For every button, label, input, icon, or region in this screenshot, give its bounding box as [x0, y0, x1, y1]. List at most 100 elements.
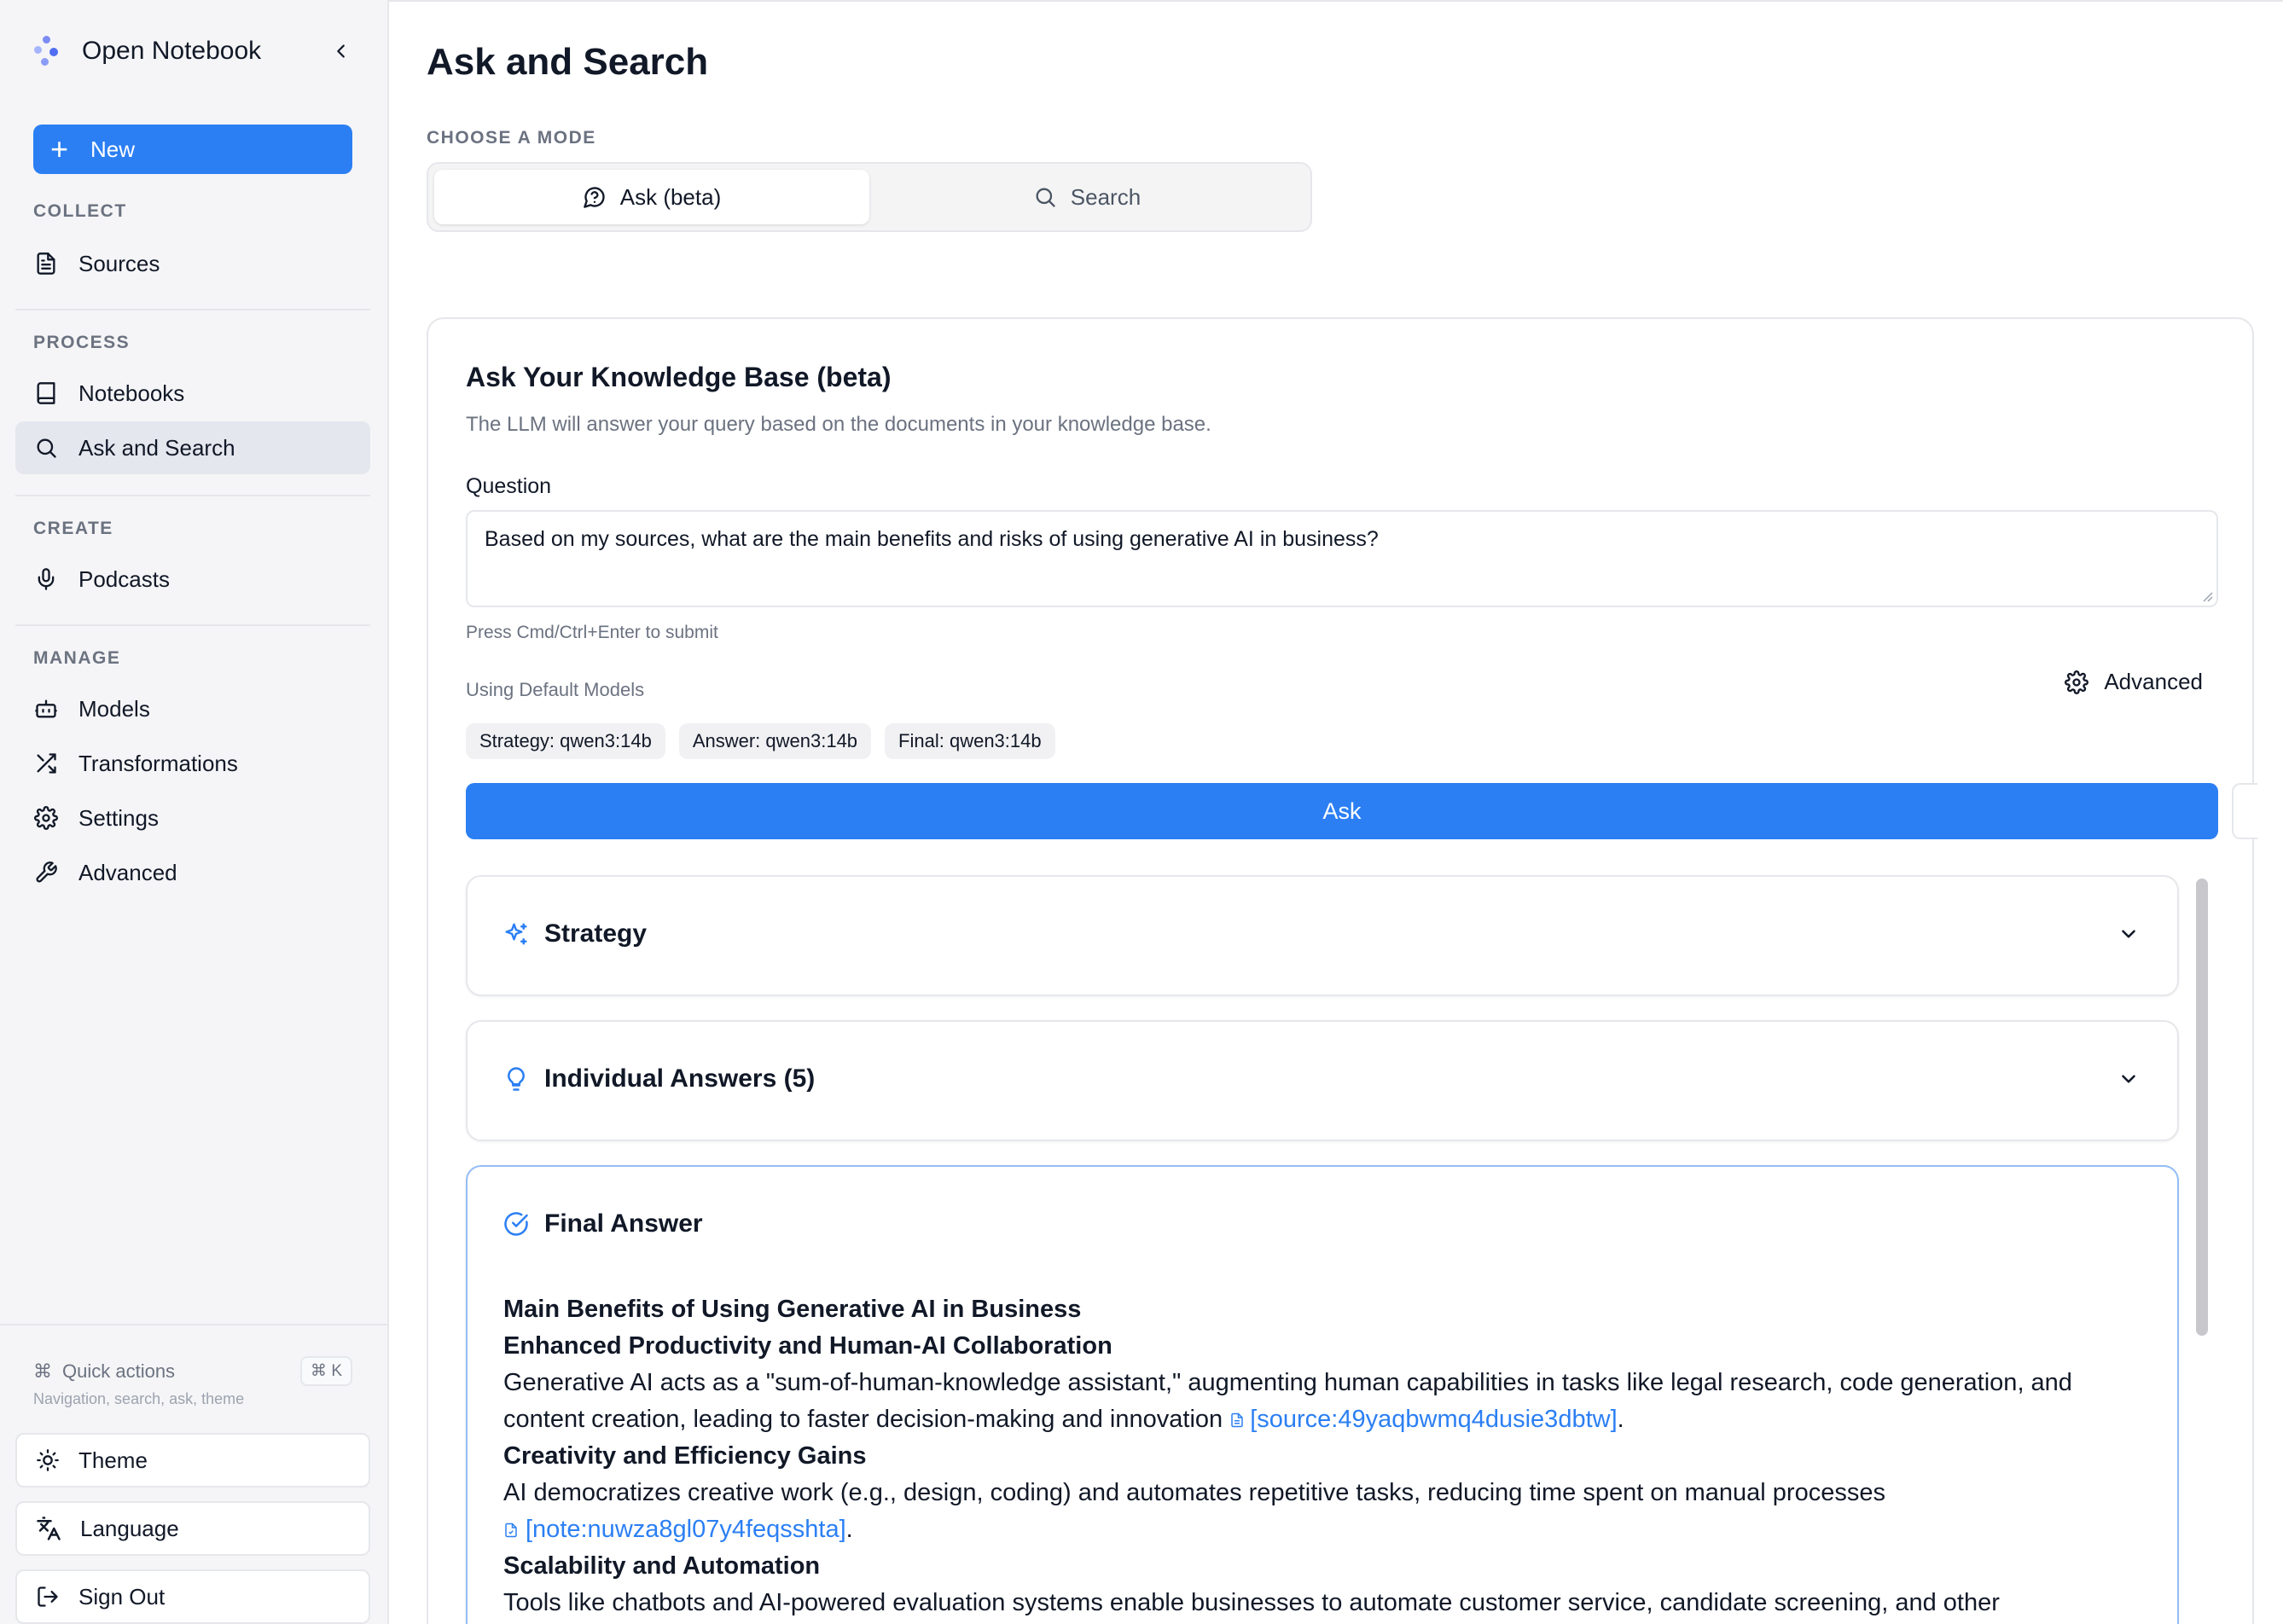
- sidebar-item-sources[interactable]: Sources: [15, 237, 370, 290]
- sparkles-icon: [505, 923, 527, 945]
- results-scrollbar-thumb[interactable]: [2196, 879, 2208, 1336]
- sidebar: Open Notebook + New COLLECT Sources PROC…: [0, 0, 389, 1624]
- sidebar-item-label: Advanced: [78, 859, 177, 885]
- model-chips: Strategy: qwen3:14b Answer: qwen3:14b Fi…: [466, 723, 1055, 759]
- new-button-label: New: [90, 136, 136, 162]
- strategy-model-chip: Strategy: qwen3:14b: [466, 723, 665, 759]
- collapse-sidebar-button[interactable]: [326, 36, 357, 67]
- individual-answers-panel[interactable]: Individual Answers (5): [466, 1020, 2179, 1141]
- sidebar-item-label: Ask and Search: [78, 434, 235, 461]
- question-label: Question: [466, 474, 552, 498]
- sidebar-item-label: Transformations: [78, 750, 238, 776]
- tab-search[interactable]: Search: [869, 170, 1304, 224]
- tab-ask[interactable]: Ask (beta): [434, 170, 869, 224]
- question-value: Based on my sources, what are the main b…: [485, 527, 1379, 551]
- wrench-icon: [36, 861, 57, 883]
- lightbulb-icon: [508, 1067, 525, 1091]
- sun-icon: [37, 1449, 59, 1471]
- sidebar-item-ask-and-search[interactable]: Ask and Search: [15, 421, 370, 474]
- shuffle-icon: [37, 753, 56, 774]
- quick-actions-label: Quick actions: [62, 1360, 176, 1382]
- mode-label: CHOOSE A MODE: [427, 128, 596, 148]
- source-citation-link[interactable]: [source:49yaqbwmq4dusie3dbtw]: [1250, 1406, 1617, 1433]
- individual-answers-header: Individual Answers (5): [503, 1064, 815, 1093]
- new-button[interactable]: + New: [33, 125, 352, 174]
- log-out-icon: [38, 1586, 58, 1607]
- sidebar-item-label: Settings: [78, 804, 159, 831]
- quick-actions[interactable]: ⌘ Quick actions ⌘ K: [33, 1356, 352, 1386]
- ask-card: Ask Your Knowledge Base (beta) The LLM w…: [427, 317, 2257, 1624]
- main-content: Ask and Search CHOOSE A MODE Ask (beta) …: [389, 0, 2283, 1624]
- submit-hint: Press Cmd/Ctrl+Enter to submit: [466, 623, 718, 642]
- sidebar-divider: [15, 495, 370, 496]
- chevron-down-icon[interactable]: [2117, 923, 2140, 945]
- individual-answers-title: Individual Answers (5): [544, 1064, 816, 1093]
- search-icon: [37, 438, 56, 458]
- message-circle-question-icon: [583, 187, 605, 208]
- sign-out-label: Sign Out: [78, 1583, 166, 1610]
- resize-grip-icon[interactable]: [2201, 590, 2213, 602]
- quick-actions-shortcut: ⌘ K: [300, 1356, 352, 1386]
- bot-icon: [35, 699, 57, 718]
- sidebar-item-podcasts[interactable]: Podcasts: [15, 553, 370, 606]
- app-root: Open Notebook + New COLLECT Sources PROC…: [0, 0, 2283, 1624]
- answer-subheading: Enhanced Productivity and Human-AI Colla…: [503, 1332, 1112, 1360]
- tab-search-label: Search: [1070, 183, 1142, 210]
- language-button[interactable]: Language: [15, 1501, 370, 1556]
- gear-icon: [34, 806, 58, 830]
- models-label: Using Default Models: [466, 679, 645, 700]
- tab-ask-label: Ask (beta): [619, 183, 722, 210]
- strategy-panel-header: Strategy: [503, 919, 647, 948]
- strategy-panel[interactable]: Strategy: [466, 875, 2179, 996]
- quick-actions-hint: Navigation, search, ask, theme: [33, 1390, 245, 1407]
- card-description: The LLM will answer your query based on …: [466, 413, 1211, 436]
- file-icon: [1231, 1412, 1243, 1428]
- sign-out-button[interactable]: Sign Out: [15, 1569, 370, 1624]
- note-citation-link[interactable]: [note:nuwza8gl07y4feqsshta]: [526, 1516, 846, 1543]
- sidebar-divider: [15, 624, 370, 626]
- sidebar-item-label: Podcasts: [78, 566, 170, 592]
- sidebar-divider: [0, 1324, 389, 1325]
- sidebar-item-models[interactable]: Models: [15, 682, 370, 735]
- languages-icon: [37, 1517, 61, 1540]
- theme-label: Theme: [78, 1447, 148, 1473]
- app-logo-icon: [32, 34, 61, 68]
- final-answer-header: Final Answer: [503, 1209, 703, 1238]
- chevron-left-icon: [337, 44, 345, 58]
- advanced-options-button[interactable]: Advanced: [2065, 669, 2203, 695]
- sidebar-divider: [15, 309, 370, 310]
- page-title: Ask and Search: [427, 41, 709, 83]
- answer-subheading: Scalability and Automation: [503, 1552, 821, 1580]
- card-title: Ask Your Knowledge Base (beta): [466, 362, 892, 392]
- plus-icon: +: [50, 131, 69, 166]
- results-scrollbar[interactable]: [2193, 879, 2210, 1624]
- sidebar-item-notebooks[interactable]: Notebooks: [15, 367, 370, 420]
- mode-switch: Ask (beta) Search: [427, 162, 1312, 232]
- section-label-process: PROCESS: [33, 333, 131, 352]
- sidebar-item-advanced[interactable]: Advanced: [15, 846, 370, 899]
- side-panel-tab[interactable]: [2232, 783, 2257, 839]
- advanced-options-label: Advanced: [2104, 669, 2203, 694]
- answer-heading: Main Benefits of Using Generative AI in …: [503, 1296, 1082, 1323]
- answer-paragraph: AI democratizes creative work (e.g., des…: [503, 1479, 1885, 1506]
- question-input[interactable]: Based on my sources, what are the main b…: [466, 510, 2218, 607]
- final-model-chip: Final: qwen3:14b: [885, 723, 1055, 759]
- final-answer-panel: Final Answer Main Benefits of Using Gene…: [466, 1165, 2179, 1624]
- brand: Open Notebook: [32, 31, 357, 72]
- theme-button[interactable]: Theme: [15, 1433, 370, 1488]
- check-circle-icon: [504, 1212, 528, 1236]
- note-icon: [505, 1522, 517, 1538]
- ask-button[interactable]: Ask: [466, 783, 2218, 839]
- section-label-create: CREATE: [33, 519, 113, 538]
- sidebar-item-label: Notebooks: [78, 380, 185, 406]
- answer-model-chip: Answer: qwen3:14b: [678, 723, 872, 759]
- sidebar-item-transformations[interactable]: Transformations: [15, 737, 370, 790]
- answer-paragraph: Tools like chatbots and AI-powered evalu…: [503, 1589, 2000, 1616]
- file-text-icon: [37, 252, 55, 275]
- chevron-down-icon[interactable]: [2117, 1068, 2140, 1090]
- book-icon: [37, 382, 55, 404]
- sidebar-item-settings[interactable]: Settings: [15, 792, 370, 844]
- language-label: Language: [80, 1515, 179, 1541]
- strategy-panel-title: Strategy: [544, 919, 648, 948]
- sidebar-item-label: Sources: [78, 250, 160, 276]
